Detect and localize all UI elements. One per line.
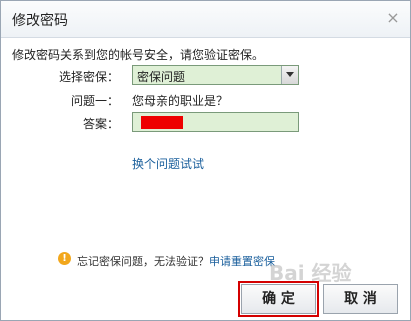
baidu-watermark: Bai 经验 xyxy=(269,261,352,285)
forgot-security-text: 忘记密保问题，无法验证？ xyxy=(77,255,209,268)
dialog-title: 修改密码 xyxy=(12,13,68,29)
security-type-label: 选择密保： xyxy=(58,70,119,84)
cancel-button[interactable]: 取 消 xyxy=(323,284,398,314)
answer-input[interactable] xyxy=(132,112,299,132)
question-text: 您母亲的职业是？ xyxy=(132,94,229,108)
forgot-security-note: 忘记密保问题，无法验证？申请重置密保 xyxy=(77,253,275,269)
dialog-titlebar: 修改密码 × xyxy=(1,1,410,38)
confirm-button[interactable]: 确 定 xyxy=(238,281,319,317)
warning-icon: ! xyxy=(58,252,71,265)
question-label: 问题一： xyxy=(70,94,119,108)
redacted-answer xyxy=(141,116,183,129)
security-type-select[interactable]: 密保问题 xyxy=(132,65,299,85)
intro-text: 修改密码关系到您的帐号安全，请您验证密保。 xyxy=(12,48,265,62)
change-question-link[interactable]: 换个问题试试 xyxy=(132,155,204,172)
security-type-value: 密保问题 xyxy=(137,70,186,84)
close-icon[interactable]: × xyxy=(385,10,401,26)
change-password-dialog: 修改密码 × 修改密码关系到您的帐号安全，请您验证密保。 选择密保： 密保问题 … xyxy=(0,0,411,321)
reset-security-link[interactable]: 申请重置密保 xyxy=(209,255,275,268)
chevron-down-icon[interactable] xyxy=(281,66,298,84)
answer-label: 答案： xyxy=(82,117,119,131)
